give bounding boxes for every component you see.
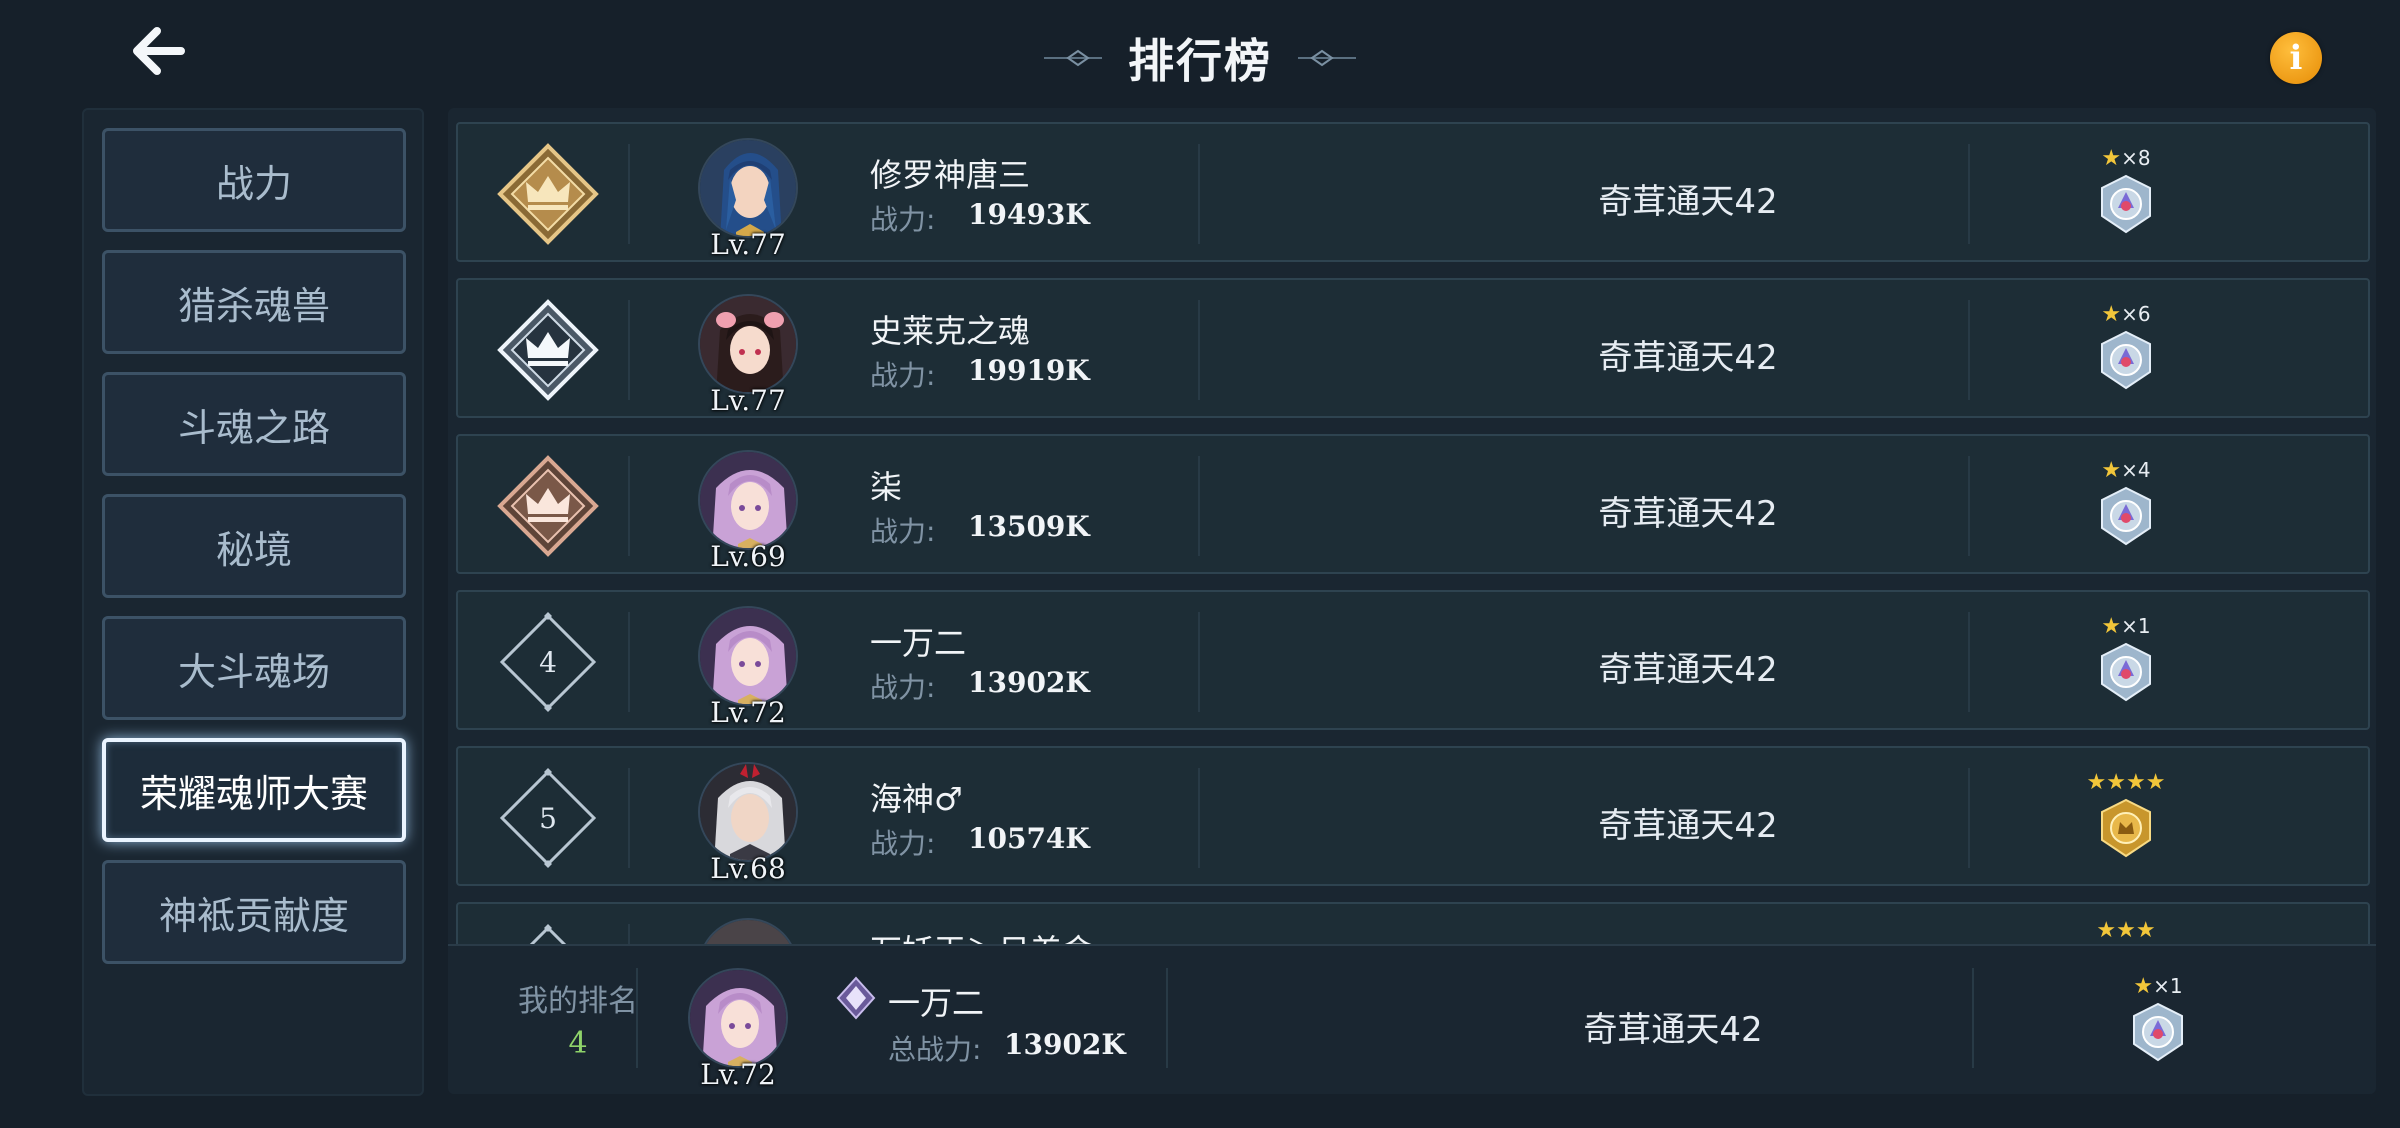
gold-crown-icon — [497, 143, 599, 245]
honor-medal[interactable]: ★×6 — [2076, 302, 2176, 402]
arrow-left-icon — [133, 27, 185, 75]
hero-portrait-icon — [690, 970, 786, 1066]
honor-medal[interactable]: ★×1 — [2076, 614, 2176, 714]
honor-medal[interactable]: ★×4 — [2076, 458, 2176, 558]
honor-multiplier: ×6 — [2121, 302, 2151, 326]
bronze-crown-icon — [497, 455, 599, 557]
honor-medal[interactable]: ★×8 — [2076, 146, 2176, 246]
player-name: 海神♂ — [870, 780, 963, 818]
avatar[interactable]: Lv.72 — [694, 606, 802, 729]
honor-multiplier: ×1 — [2121, 614, 2151, 638]
right-ornament-icon — [1298, 49, 1356, 67]
player-level: Lv.68 — [710, 852, 786, 885]
silver-medal-icon — [2101, 642, 2151, 702]
silver-medal-icon — [2101, 486, 2151, 546]
power-label: 战力: — [870, 359, 936, 392]
star-icon: ★ — [2101, 458, 2122, 483]
honor-multiplier: ×4 — [2121, 458, 2151, 482]
power-label: 战力: — [870, 827, 936, 860]
hero-portrait-icon — [700, 608, 796, 704]
silver-medal-icon — [2101, 174, 2151, 234]
star-icon: ★★★★ — [2086, 770, 2166, 795]
star-icon: ★★★ — [2096, 918, 2156, 943]
my-rank-value: 4 — [568, 1026, 588, 1061]
rank-number: 5 — [539, 801, 557, 835]
tab-power[interactable]: 战力 — [102, 128, 406, 232]
player-name: 史莱克之魂 — [870, 312, 1031, 350]
power-value: 13509K — [968, 510, 1090, 543]
power-label: 战力: — [870, 515, 936, 548]
player-level: Lv.77 — [710, 384, 786, 417]
tab-hunt-soul-beast[interactable]: 猎杀魂兽 — [102, 250, 406, 354]
honor-multiplier: ×1 — [2153, 974, 2183, 998]
silver-crown-icon — [497, 299, 599, 401]
rank-emblem-icon — [836, 976, 876, 1020]
left-ornament-icon — [1044, 49, 1102, 67]
ranking-list[interactable]: Lv.77 修罗神唐三 战力: 19493K 奇茸通天42 ★×8 Lv.77 … — [448, 108, 2376, 948]
my-rank-panel[interactable]: 我的排名 4 Lv.72 一万二 总战力: 13902K 奇茸通天42 ★×1 — [448, 944, 2376, 1094]
tab-glory-tournament[interactable]: 荣耀魂师大赛 — [102, 738, 406, 842]
my-server-name: 奇茸通天42 — [1583, 1010, 1763, 1050]
rank-number: 4 — [539, 645, 557, 679]
avatar[interactable]: Lv.77 — [694, 294, 802, 417]
star-icon: ★ — [2101, 146, 2122, 171]
star-icon: ★ — [2101, 302, 2122, 327]
tab-soul-road[interactable]: 斗魂之路 — [102, 372, 406, 476]
player-level: Lv.77 — [710, 228, 786, 261]
my-honor-medal[interactable]: ★×1 — [2108, 974, 2208, 1074]
ranking-row[interactable]: 5 Lv.68 海神♂ 战力: 10574K 奇茸通天42 ★★★★ — [456, 746, 2370, 886]
hero-portrait-icon — [700, 140, 796, 236]
hero-portrait-icon — [700, 452, 796, 548]
server-name: 奇茸通天42 — [1598, 650, 1778, 690]
gold-medal-icon — [2101, 798, 2151, 858]
avatar[interactable]: Lv.77 — [694, 138, 802, 261]
player-name: 一万二 — [870, 624, 967, 662]
page-title: 排行榜 — [1128, 34, 1272, 88]
server-name: 奇茸通天42 — [1598, 494, 1778, 534]
power-value: 19493K — [968, 198, 1090, 231]
my-avatar[interactable]: Lv.72 — [684, 968, 792, 1091]
silver-medal-icon — [2133, 1002, 2183, 1062]
hero-portrait-icon — [700, 764, 796, 860]
avatar[interactable]: Lv.69 — [694, 450, 802, 573]
star-icon: ★ — [2133, 974, 2154, 999]
category-sidebar: 战力 猎杀魂兽 斗魂之路 秘境 大斗魂场 荣耀魂师大赛 神袛贡献度 — [82, 108, 424, 1096]
my-name: 一万二 — [888, 984, 985, 1022]
ranking-row[interactable]: Lv.69 柒 战力: 13509K 奇茸通天42 ★×4 — [456, 434, 2370, 574]
ranking-row[interactable]: Lv.77 修罗神唐三 战力: 19493K 奇茸通天42 ★×8 — [456, 122, 2370, 262]
player-name: 柒 — [870, 468, 903, 506]
ranking-row[interactable]: 4 Lv.72 一万二 战力: 13902K 奇茸通天42 ★×1 — [456, 590, 2370, 730]
ranking-row[interactable]: 万妖王＞日差命 ★★★ — [456, 902, 2370, 948]
avatar[interactable]: Lv.68 — [694, 762, 802, 885]
server-name: 奇茸通天42 — [1598, 182, 1778, 222]
honor-multiplier: ×8 — [2121, 146, 2151, 170]
server-name: 奇茸通天42 — [1598, 806, 1778, 846]
ranking-row[interactable]: Lv.77 史莱克之魂 战力: 19919K 奇茸通天42 ★×6 — [456, 278, 2370, 418]
info-glyph: i — [2289, 38, 2303, 78]
power-label: 战力: — [870, 671, 936, 704]
power-value: 13902K — [968, 666, 1090, 699]
my-rank-label: 我的排名 — [518, 984, 638, 1019]
player-level: Lv.72 — [710, 696, 786, 729]
my-power-value: 13902K — [1004, 1028, 1126, 1061]
power-value: 19919K — [968, 354, 1090, 387]
title-bar: 排行榜 — [1020, 22, 1380, 94]
silver-medal-icon — [2101, 330, 2151, 390]
power-value: 10574K — [968, 822, 1090, 855]
back-button[interactable] — [125, 20, 195, 82]
server-name: 奇茸通天42 — [1598, 338, 1778, 378]
power-label: 战力: — [870, 203, 936, 236]
player-name: 修罗神唐三 — [870, 156, 1031, 194]
tab-grand-arena[interactable]: 大斗魂场 — [102, 616, 406, 720]
honor-medal[interactable]: ★★★★ — [2076, 770, 2176, 870]
info-icon[interactable]: i — [2270, 32, 2322, 84]
my-power-label: 总战力: — [888, 1033, 982, 1066]
star-icon: ★ — [2101, 614, 2122, 639]
tab-secret-realm[interactable]: 秘境 — [102, 494, 406, 598]
hero-portrait-icon — [700, 296, 796, 392]
tab-god-contribution[interactable]: 神袛贡献度 — [102, 860, 406, 964]
player-level: Lv.69 — [710, 540, 786, 573]
my-level: Lv.72 — [700, 1058, 776, 1091]
